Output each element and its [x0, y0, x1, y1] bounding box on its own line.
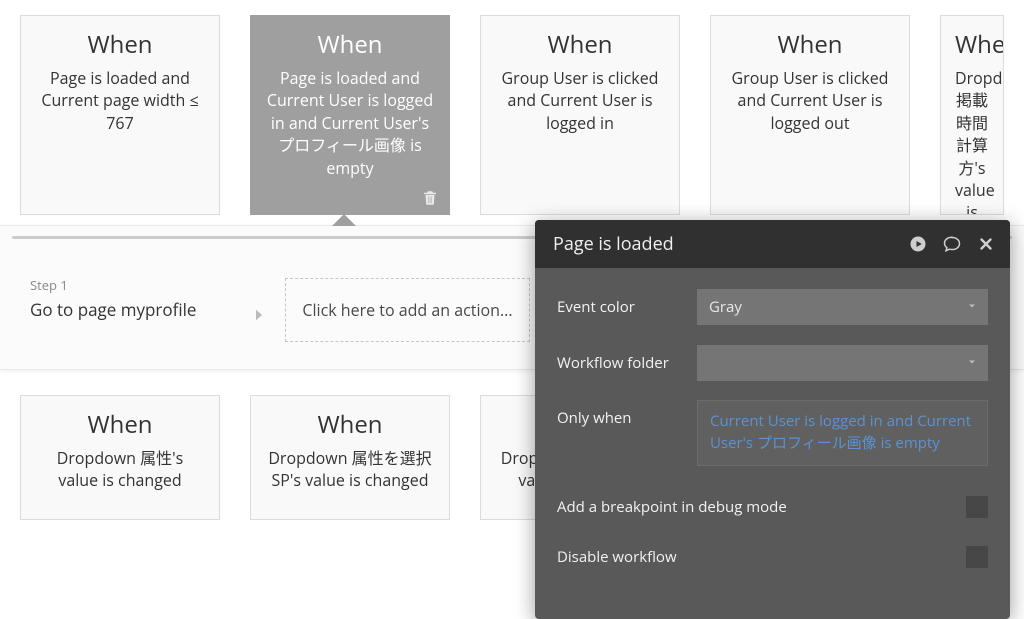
selected-connector: [332, 214, 356, 226]
event-card-selected[interactable]: When Page is loaded and Current User is …: [250, 15, 450, 215]
events-row-1: When Page is loaded and Current page wid…: [20, 15, 1004, 215]
event-desc: Page is loaded and Current User is logge…: [265, 67, 435, 179]
popup-header[interactable]: Page is loaded: [535, 220, 1010, 268]
event-title: When: [495, 28, 665, 61]
event-desc: Page is loaded and Current page width ≤ …: [35, 67, 205, 134]
event-desc: Group User is clicked and Current User i…: [725, 67, 895, 134]
event-card[interactable]: When Group User is clicked and Current U…: [710, 15, 910, 215]
chevron-down-icon: [966, 353, 978, 373]
property-editor-popup[interactable]: Page is loaded Event color Gray: [535, 220, 1010, 619]
event-card[interactable]: When Page is loaded and Current page wid…: [20, 15, 220, 215]
event-color-select[interactable]: Gray: [697, 289, 988, 325]
close-icon[interactable]: [976, 234, 996, 254]
comment-icon[interactable]: [942, 234, 962, 254]
chevron-down-icon: [966, 297, 978, 317]
step-card[interactable]: Step 1 Go to page myprofile: [30, 276, 230, 321]
event-title: When: [725, 28, 895, 61]
disable-workflow-checkbox[interactable]: [966, 546, 988, 568]
event-desc: Dropdown 属性を選択 SP's value is changed: [265, 447, 435, 492]
label-add-breakpoint: Add a breakpoint in debug mode: [557, 497, 966, 517]
label-only-when: Only when: [557, 400, 697, 428]
event-card[interactable]: When Group User is clicked and Current U…: [480, 15, 680, 215]
label-workflow-folder: Workflow folder: [557, 353, 697, 373]
event-card[interactable]: When Dropdown 掲載時間計算方's value is changed: [940, 15, 1004, 215]
event-desc: Dropdown 属性's value is changed: [35, 447, 205, 492]
event-title: When: [265, 408, 435, 441]
label-disable-workflow: Disable workflow: [557, 547, 966, 567]
trash-icon[interactable]: [421, 188, 439, 208]
add-action-button[interactable]: Click here to add an action...: [285, 278, 530, 342]
add-breakpoint-checkbox[interactable]: [966, 496, 988, 518]
event-title: When: [35, 408, 205, 441]
step-text: Go to page myprofile: [30, 298, 230, 321]
event-desc: Dropdown 掲載時間計算方's value is changed: [955, 67, 989, 215]
event-card[interactable]: When Dropdown 属性を選択 SP's value is change…: [250, 395, 450, 520]
event-title: When: [955, 28, 989, 61]
arrow-right-icon: [250, 301, 268, 331]
workflow-folder-select[interactable]: [697, 345, 988, 381]
event-desc: Group User is clicked and Current User i…: [495, 67, 665, 134]
play-icon[interactable]: [908, 234, 928, 254]
event-card[interactable]: When Dropdown 属性's value is changed: [20, 395, 220, 520]
label-event-color: Event color: [557, 297, 697, 317]
popup-body: Event color Gray Workflow folder Only wh…: [535, 268, 1010, 598]
event-color-value: Gray: [709, 297, 742, 317]
event-title: When: [35, 28, 205, 61]
popup-title: Page is loaded: [553, 232, 908, 256]
only-when-expression[interactable]: Current User is logged in and Current Us…: [697, 400, 988, 466]
step-label: Step 1: [30, 276, 230, 294]
event-title: When: [265, 28, 435, 61]
